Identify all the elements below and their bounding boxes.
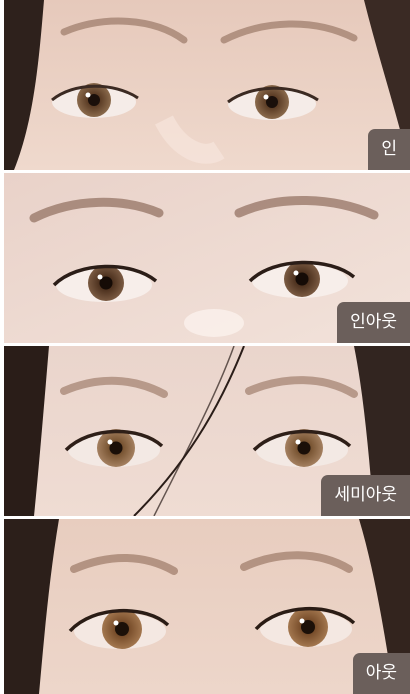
eye-photo-in-image (4, 0, 410, 170)
eye-photo-in: 인 (4, 0, 410, 170)
lens-type-label: 세미아웃 (321, 475, 410, 516)
lens-type-label: 인 (368, 129, 410, 170)
eye-photo-out-image (4, 519, 410, 694)
eye-photo-semi-out: 세미아웃 (4, 346, 410, 516)
lens-type-label: 아웃 (352, 653, 410, 694)
lens-type-label: 인아웃 (337, 302, 410, 343)
eye-photo-out: 아웃 (4, 519, 410, 694)
eye-photo-in-out: 인아웃 (4, 173, 410, 343)
